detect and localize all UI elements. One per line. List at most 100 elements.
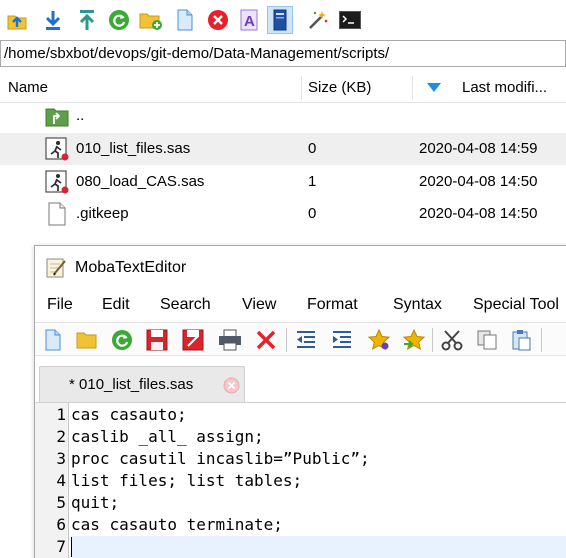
line-number-gutter: 1 2 3 4 5 6 7 [35,403,69,558]
editor-toolbar [35,322,566,356]
print-button[interactable] [217,327,243,353]
text-editor-window: MobaTextEditor File Edit Search View For… [34,245,566,558]
paste-button[interactable] [508,327,534,353]
open-folder-button[interactable] [74,327,100,353]
tab-close-icon[interactable] [223,377,240,394]
code-editor[interactable]: 1 2 3 4 5 6 7 cas casauto; caslib _all_ … [35,402,566,558]
decrease-indent-button[interactable] [293,327,319,353]
blank-file-icon [48,202,66,226]
close-document-button[interactable] [253,327,279,353]
line-number: 3 [56,449,66,468]
file-size: 0 [308,140,317,157]
browser-toolbar: A [0,0,566,40]
file-modified: 2020-04-08 14:59 [419,140,538,157]
menu-format[interactable]: Format [307,290,358,320]
open-editor-icon [273,9,287,31]
file-name: 010_list_files.sas [76,140,191,157]
code-line[interactable]: list files; list tables; [71,470,302,492]
star-bookmark-icon [368,329,390,350]
terminal-icon [339,11,361,29]
open-editor-button[interactable] [267,6,293,34]
column-header-size[interactable]: Size (KB) [308,73,371,103]
tab-010-list-files[interactable]: * 010_list_files.sas [39,366,245,402]
printer-icon [219,329,241,351]
path-input[interactable]: /home/sbxbot/devops/git-demo/Data-Manage… [0,40,566,67]
notepad-icon [46,258,66,278]
upload-icon [7,15,27,30]
terminal-button[interactable] [337,6,363,34]
increase-indent-button[interactable] [329,327,355,353]
sort-descending-icon [427,83,441,92]
save-icon [146,329,168,351]
indent-icon [333,331,351,348]
copy-icon [477,330,497,350]
column-divider[interactable] [412,76,413,100]
editor-title: MobaTextEditor [75,259,187,276]
code-line[interactable]: proc casutil incaslib=”Public”; [71,448,370,470]
outdent-icon [297,331,315,348]
file-size: 1 [308,173,317,190]
download-button[interactable] [40,6,66,34]
upload-button[interactable] [4,6,30,34]
delete-icon [208,10,228,30]
code-line[interactable]: cas casauto terminate; [71,514,283,536]
reload-icon [112,330,132,350]
menu-syntax[interactable]: Syntax [393,290,442,320]
line-number: 7 [56,537,66,556]
file-modified: 2020-04-08 14:50 [419,205,538,222]
delete-button[interactable] [205,6,231,34]
close-icon [256,330,276,350]
editor-menu-bar: File Edit Search View Format Syntax Spec… [35,290,566,320]
new-file-button[interactable] [172,6,198,34]
upload-file-icon [79,10,95,30]
upload-file-button[interactable] [74,6,100,34]
line-number: 5 [56,493,66,512]
cut-button[interactable] [439,327,465,353]
scissors-icon [441,330,463,351]
file-row-parent[interactable]: .. [0,100,566,132]
toolbar-divider [432,328,433,352]
menu-edit[interactable]: Edit [102,290,130,320]
code-line-current[interactable] [71,536,566,558]
file-modified: 2020-04-08 14:50 [419,173,538,190]
new-folder-icon [139,13,162,30]
line-number: 1 [56,405,66,424]
editor-title-bar[interactable]: MobaTextEditor [35,246,566,290]
code-line[interactable]: caslib _all_ assign; [71,426,264,448]
toolbar-divider [286,328,287,352]
paste-icon [512,330,531,351]
menu-view[interactable]: View [242,290,276,320]
tab-label: * 010_list_files.sas [69,376,194,393]
file-name: .. [76,107,85,124]
editor-tab-strip: * 010_list_files.sas [35,358,566,402]
code-line[interactable]: quit; [71,492,119,514]
column-header-name[interactable]: Name [8,73,48,103]
column-header-modified[interactable]: Last modifi... [462,73,547,103]
line-number: 2 [56,427,66,446]
magic-wand-button[interactable] [305,6,331,34]
reload-button[interactable] [109,327,135,353]
file-size: 0 [308,205,317,222]
file-row-010-list-files[interactable]: 010_list_files.sas 0 2020-04-08 14:59 [0,133,566,165]
next-bookmark-button[interactable] [401,327,427,353]
new-document-button[interactable] [40,327,66,353]
bookmark-button[interactable] [366,327,392,353]
save-as-button[interactable] [180,327,206,353]
file-row-gitkeep[interactable]: .gitkeep 0 2020-04-08 14:50 [0,198,566,230]
copy-button[interactable] [474,327,500,353]
file-row-080-load-cas[interactable]: 080_load_CAS.sas 1 2020-04-08 14:50 [0,166,566,198]
menu-special-tools[interactable]: Special Tool [473,290,559,320]
file-name: 080_load_CAS.sas [76,173,205,190]
line-number: 4 [56,471,66,490]
save-button[interactable] [144,327,170,353]
save-as-icon [182,329,204,351]
rename-button[interactable]: A [237,6,263,34]
new-folder-button[interactable] [138,6,164,34]
download-icon [45,11,61,30]
code-line[interactable]: cas casauto; [71,404,187,426]
menu-search[interactable]: Search [160,290,211,320]
refresh-button[interactable] [106,6,132,34]
menu-file[interactable]: File [47,290,73,320]
parent-folder-icon [45,108,69,127]
column-divider[interactable] [301,76,302,100]
